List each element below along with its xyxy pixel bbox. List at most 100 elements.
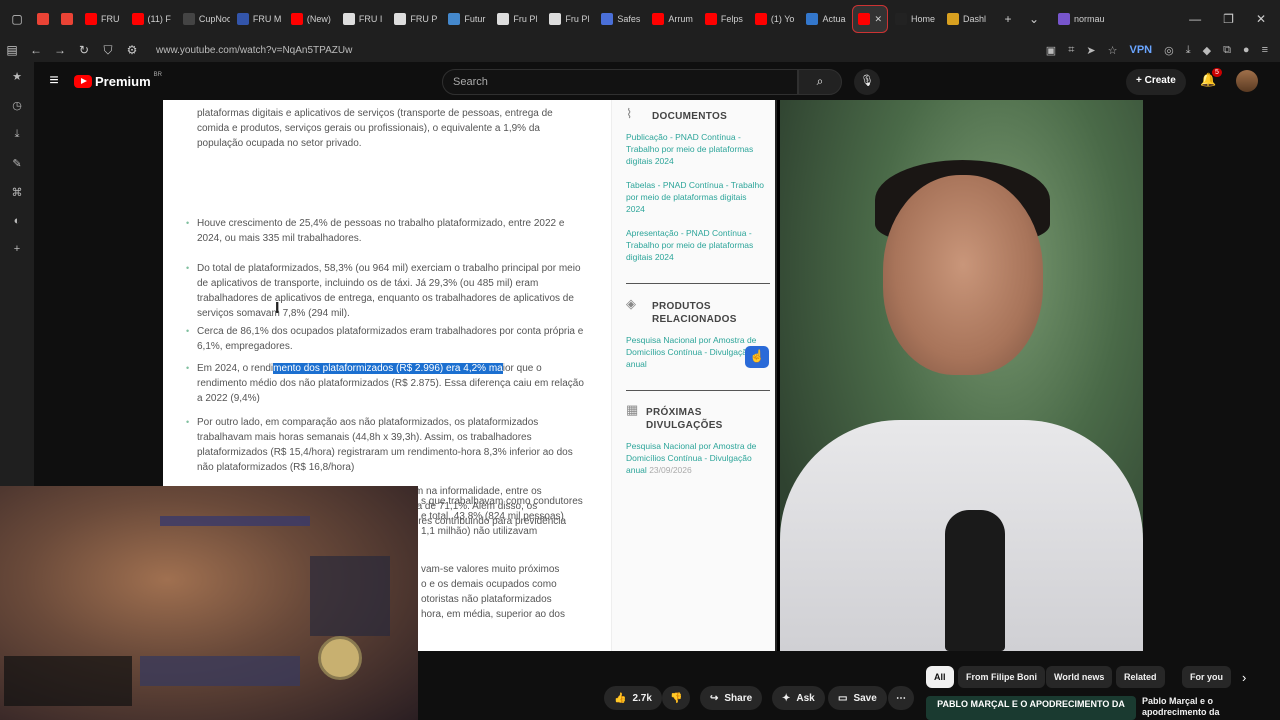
article-partial-line: otoristas não plataformizados: [421, 594, 552, 605]
accessibility-hand-icon[interactable]: ☝: [745, 346, 769, 368]
game-minimap: [318, 636, 362, 680]
tab-search-icon[interactable]: ⌄: [1025, 10, 1043, 28]
share-button[interactable]: ↪ Share: [700, 686, 763, 710]
article-bullet: • Houve crescimento de 25,4% de pessoas n…: [186, 216, 586, 246]
account-icon[interactable]: ●: [1243, 44, 1250, 57]
save-button[interactable]: ▭ Save: [828, 686, 887, 710]
window-controls: — ❐ ✕: [1189, 12, 1280, 26]
like-button[interactable]: 👍 2.7k: [604, 686, 662, 710]
divider: [626, 390, 770, 391]
article-bullet: • Por outro lado, em comparação aos não p…: [186, 415, 586, 475]
ask-button[interactable]: ✦ Ask: [772, 686, 825, 710]
chip-for-you[interactable]: For you: [1182, 666, 1231, 688]
tab-label: Felps: [720, 14, 743, 24]
article-bullet: • Do total de plataformizados, 58,3% (ou …: [186, 261, 586, 321]
youtube-logo[interactable]: Premium BR: [74, 72, 162, 89]
app-icon[interactable]: ◐: [14, 215, 21, 227]
tab-label: Futur: [464, 14, 486, 24]
extension-icon[interactable]: ◆: [1203, 44, 1211, 57]
menu-icon[interactable]: ≡: [1262, 44, 1268, 57]
chip-from-filipe-boni[interactable]: From Filipe Boni: [958, 666, 1045, 688]
browser-tab[interactable]: Felps: [700, 5, 748, 33]
translate-icon[interactable]: ⌘: [12, 186, 23, 199]
more-actions-button[interactable]: ⋯: [888, 686, 914, 710]
search-input[interactable]: Search: [442, 69, 798, 95]
maximize-icon[interactable]: ❐: [1223, 12, 1234, 26]
text-cursor-icon: I: [275, 300, 280, 317]
browser-tab[interactable]: FRU I: [338, 5, 388, 33]
doc-link-apresentacao[interactable]: Apresentação - PNAD Contínua - Trabalho …: [626, 227, 766, 263]
url-field[interactable]: www.youtube.com/watch?v=NqAn5TPAZUw: [156, 45, 352, 56]
browser-tab[interactable]: Dashl: [942, 5, 991, 33]
article-partial-line: 1,1 milhão) não utilizavam: [421, 526, 538, 537]
browser-tab[interactable]: FRU: [80, 5, 125, 33]
minimize-icon[interactable]: —: [1189, 12, 1201, 26]
site-settings-icon[interactable]: ⚙: [120, 43, 144, 57]
history-icon[interactable]: ◷: [12, 99, 22, 112]
avatar[interactable]: [1236, 70, 1258, 92]
search-button[interactable]: ⌕: [798, 69, 842, 95]
sidebar-toggle-icon[interactable]: ▢: [8, 10, 26, 28]
tab-close-icon[interactable]: ✕: [874, 14, 882, 25]
new-tab-icon[interactable]: +: [999, 10, 1017, 28]
browser-tab[interactable]: (1) Yo: [750, 5, 800, 33]
ff-icon: [236, 13, 249, 25]
forward-icon[interactable]: →: [48, 43, 72, 57]
doc-link-publicacao[interactable]: Publicação - PNAD Contínua - Trabalho po…: [626, 131, 766, 167]
browser-tab[interactable]: (New): [286, 5, 336, 33]
voice-search-button[interactable]: 🎙: [854, 69, 880, 95]
tab-label: (11) F: [147, 14, 171, 24]
screenshot-icon[interactable]: ▣: [1046, 44, 1056, 57]
browser-tab[interactable]: CupNoodl: [178, 5, 230, 33]
browser-tab[interactable]: (11) F: [127, 5, 176, 33]
browser-tab[interactable]: ✕: [852, 5, 889, 33]
pen-icon[interactable]: ✎: [12, 157, 21, 170]
send-icon[interactable]: ➤: [1086, 44, 1095, 57]
doc-link-tabelas[interactable]: Tabelas - PNAD Contínua - Trabalho por m…: [626, 179, 766, 215]
browser-tab[interactable]: [32, 5, 54, 33]
article-partial-line: o e os demais ocupados como: [421, 579, 557, 590]
create-button[interactable]: + Create: [1126, 69, 1186, 95]
panel-icon[interactable]: ▤: [0, 43, 24, 57]
browser-tab[interactable]: [56, 5, 78, 33]
back-icon[interactable]: ←: [24, 43, 48, 57]
star-icon[interactable]: ★: [12, 70, 22, 83]
chip-related[interactable]: Related: [1116, 666, 1165, 688]
reload-icon[interactable]: ↻: [72, 43, 96, 57]
puzzle-icon[interactable]: ⧉: [1223, 44, 1231, 57]
browser-tab[interactable]: Futur: [443, 5, 490, 33]
capture-icon[interactable]: ⌗: [1068, 44, 1074, 57]
downloads-icon[interactable]: ⤓: [15, 128, 20, 141]
chip-world-news[interactable]: World news: [1046, 666, 1113, 688]
bullet-text: plataformas digitais e aplicativos de se…: [197, 108, 553, 149]
tab-label: Dashl: [963, 14, 987, 24]
wallet-icon[interactable]: ◎: [1164, 44, 1174, 57]
browser-tab[interactable]: Fru Pl: [544, 5, 594, 33]
browser-tab[interactable]: Fru Pl: [492, 5, 542, 33]
browser-tab[interactable]: Safes: [596, 5, 645, 33]
dislike-button[interactable]: 👎: [662, 686, 691, 710]
calendar-icon: ▦: [626, 402, 639, 417]
vpn-button[interactable]: VPN: [1129, 44, 1152, 57]
tab-label: FRU P: [410, 14, 438, 24]
browser-tab[interactable]: Actua: [801, 5, 850, 33]
browser-tab[interactable]: FRU P: [389, 5, 441, 33]
doc-icon: [549, 13, 562, 25]
browser-tab[interactable]: FRU M: [232, 5, 284, 33]
shield-icon[interactable]: ⛉: [96, 43, 120, 58]
logo-text: Premium: [95, 73, 151, 89]
chip-all[interactable]: All: [926, 666, 954, 688]
chevron-right-icon[interactable]: ›: [1242, 670, 1246, 685]
download-icon[interactable]: ⤓: [1186, 44, 1191, 57]
profile-tab[interactable]: normau: [1053, 5, 1110, 33]
hamburger-menu-icon[interactable]: ≡: [34, 72, 74, 90]
related-video-title[interactable]: Pablo Marçal e o apodrecimento da: [1142, 696, 1262, 718]
related-video-thumbnail[interactable]: PABLO MARÇAL E O APODRECIMENTO DA: [926, 696, 1136, 720]
add-panel-icon[interactable]: +: [14, 243, 20, 255]
browser-tab[interactable]: Arrum: [647, 5, 698, 33]
proxima-link[interactable]: Pesquisa Nacional por Amostra de Domicíl…: [626, 440, 766, 476]
article-partial-line: vam-se valores muito próximos: [421, 564, 560, 575]
browser-tab[interactable]: Home: [890, 5, 940, 33]
close-icon[interactable]: ✕: [1256, 12, 1266, 26]
bookmark-icon[interactable]: ☆: [1108, 44, 1118, 57]
